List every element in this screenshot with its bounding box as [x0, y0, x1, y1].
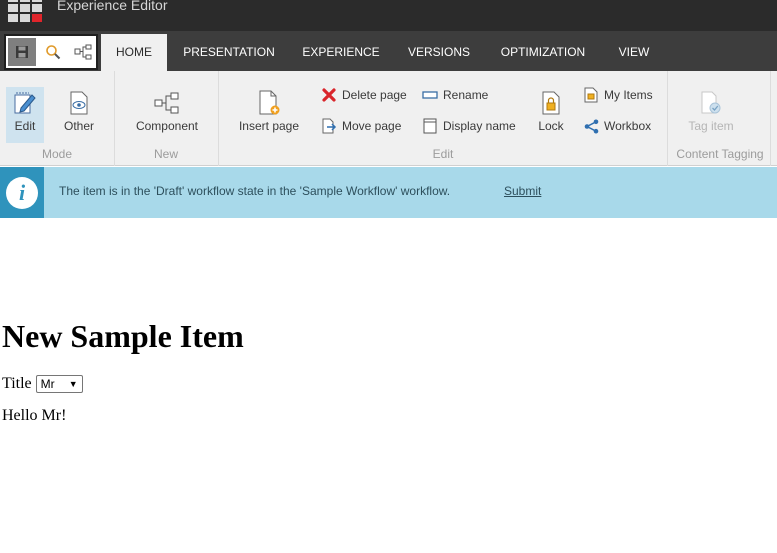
my-items-label: My Items — [604, 88, 653, 102]
delete-page-button[interactable]: Delete page — [321, 85, 407, 105]
workbox-share-icon — [584, 119, 598, 133]
lock-button[interactable]: Lock — [532, 87, 570, 143]
insert-page-label: Insert page — [238, 119, 300, 133]
move-page-button[interactable]: Move page — [321, 116, 401, 136]
title-field-label: Title — [2, 375, 32, 392]
edit-group-label: Edit — [432, 147, 454, 161]
tab-view[interactable]: VIEW — [610, 34, 658, 71]
greeting-text: Hello Mr! — [2, 407, 67, 424]
rename-icon — [422, 91, 438, 99]
save-icon — [16, 46, 28, 58]
tab-home[interactable]: HOME — [101, 34, 167, 71]
tab-optimization[interactable]: OPTIMIZATION — [492, 34, 594, 71]
component-icon — [154, 92, 179, 114]
tree-icon — [74, 44, 92, 60]
edit-mode-button[interactable]: Edit — [6, 87, 44, 143]
other-mode-button[interactable]: Other — [58, 87, 100, 143]
move-page-label: Move page — [342, 119, 402, 133]
mode-group-label: Mode — [41, 147, 73, 161]
dropdown-arrow-icon: ▼ — [68, 379, 78, 389]
rename-button[interactable]: Rename — [422, 85, 488, 105]
insert-page-icon — [259, 90, 280, 115]
title-select[interactable]: Mr ▼ — [35, 375, 83, 393]
edit-pencil-icon — [14, 92, 36, 114]
group-divider — [770, 71, 771, 166]
tag-item-label: Tag item — [688, 119, 734, 133]
delete-page-label: Delete page — [342, 88, 407, 102]
lock-label: Lock — [538, 119, 564, 133]
new-group-label: New — [153, 147, 178, 161]
save-button[interactable] — [8, 38, 36, 66]
tab-bar: HOME PRESENTATION EXPERIENCE VERSIONS OP… — [0, 31, 777, 71]
workflow-notification: i The item is in the 'Draft' workflow st… — [0, 167, 777, 218]
component-button[interactable]: Component — [128, 87, 206, 143]
info-icon: i — [6, 176, 38, 209]
display-name-label: Display name — [443, 119, 516, 133]
my-items-button[interactable]: My Items — [583, 85, 653, 105]
ribbon: Edit Other Mode Component New Insert pag… — [0, 71, 777, 166]
move-page-icon — [322, 118, 336, 134]
tab-presentation[interactable]: PRESENTATION — [176, 34, 282, 71]
submit-link[interactable]: Submit — [504, 184, 541, 198]
tag-item-icon — [701, 91, 721, 114]
display-name-icon — [423, 118, 437, 134]
content-tagging-group-label: Content Tagging — [676, 147, 764, 161]
page-content: New Sample Item Title Mr ▼ Hello Mr! — [2, 318, 772, 425]
my-items-icon — [584, 87, 597, 103]
other-mode-label: Other — [63, 119, 94, 133]
navigation-tree-button[interactable] — [69, 38, 97, 66]
app-title: Experience Editor — [57, 0, 168, 13]
tag-item-button[interactable]: Tag item — [682, 87, 740, 143]
notification-message: The item is in the 'Draft' workflow stat… — [59, 184, 451, 198]
page-title: New Sample Item — [2, 318, 244, 354]
title-bar: Experience Editor — [0, 0, 777, 31]
lock-icon — [542, 91, 560, 115]
search-button[interactable] — [39, 38, 67, 66]
delete-x-icon — [322, 88, 336, 102]
edit-mode-label: Edit — [14, 119, 36, 133]
title-field-row: Title Mr ▼ — [2, 375, 772, 393]
title-select-value: Mr — [40, 377, 55, 391]
workbox-button[interactable]: Workbox — [583, 116, 651, 136]
quick-access-bar — [4, 34, 98, 70]
tab-versions[interactable]: VERSIONS — [400, 34, 478, 71]
insert-page-button[interactable]: Insert page — [234, 87, 304, 143]
app-logo-icon[interactable] — [8, 0, 42, 22]
component-label: Component — [135, 119, 199, 133]
preview-eye-icon — [70, 91, 88, 115]
display-name-button[interactable]: Display name — [422, 116, 516, 136]
workbox-label: Workbox — [604, 119, 652, 133]
rename-label: Rename — [443, 88, 489, 102]
tab-experience[interactable]: EXPERIENCE — [297, 34, 385, 71]
search-icon — [46, 45, 61, 60]
